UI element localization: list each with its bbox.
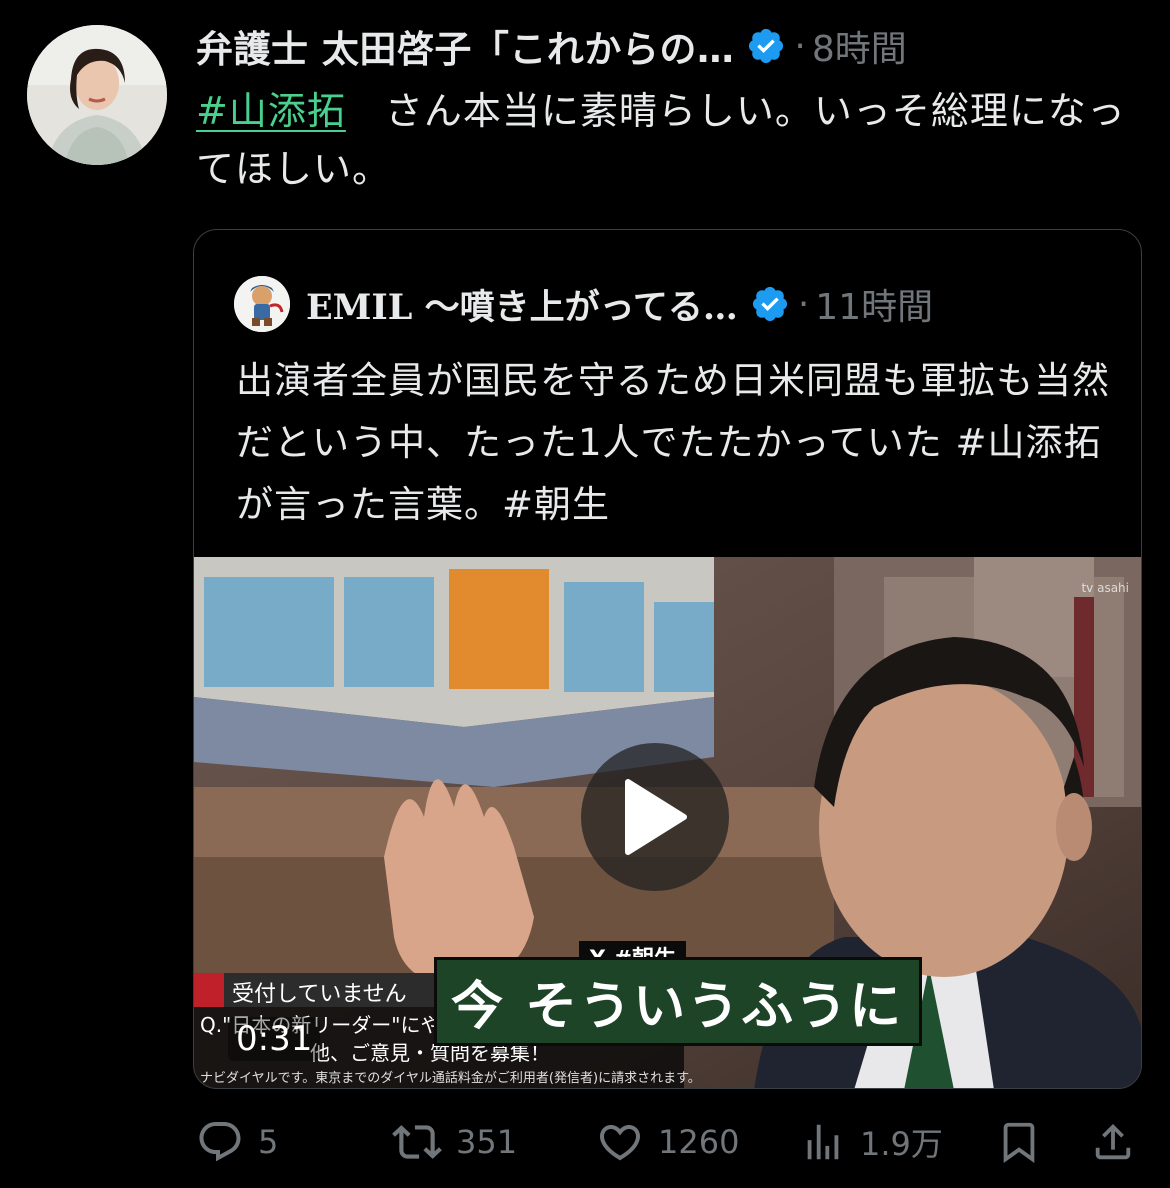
author-name[interactable]: 弁護士 太田啓子「これからの… [196, 19, 734, 73]
like-button[interactable]: 1260 [596, 1114, 739, 1170]
play-icon [625, 779, 687, 855]
quoted-post-card[interactable]: EMIL 〜噴き上がってる… · 11時間 出演者全員が国民を守るため日米同盟も… [193, 229, 1142, 1089]
action-bar: 5 351 1260 1.9万 [196, 1114, 1142, 1170]
views-button[interactable]: 1.9万 [800, 1114, 943, 1170]
retweet-icon [392, 1125, 442, 1159]
reply-button[interactable]: 5 [196, 1114, 278, 1170]
reply-icon [199, 1122, 241, 1162]
author-avatar-image [27, 25, 167, 165]
play-button[interactable] [581, 743, 729, 891]
post-timestamp[interactable]: 8時間 [812, 20, 907, 72]
video-player[interactable]: tv asahi 受付していません Q."日本の新リーダー"にやってほしい 他、… [194, 557, 1141, 1088]
bookmark-button[interactable] [996, 1114, 1042, 1170]
ticker-row: 受付していません [194, 973, 434, 1007]
retweet-count: 351 [456, 1123, 518, 1161]
quoted-post-header: EMIL 〜噴き上がってる… · 11時間 [234, 276, 933, 332]
analytics-icon [807, 1124, 839, 1160]
quoted-verified-badge-icon [750, 284, 790, 324]
like-count: 1260 [658, 1123, 740, 1161]
retweet-button[interactable]: 351 [392, 1114, 517, 1170]
video-caption: 今 そういうふうに [434, 957, 923, 1046]
quoted-meta-separator: · [797, 283, 810, 325]
meta-separator: · [794, 25, 806, 67]
reply-count: 5 [258, 1123, 279, 1161]
verified-badge-icon [746, 26, 786, 66]
video-duration: 0:31 [228, 1017, 321, 1061]
hashtag-link[interactable]: #山添拓 [196, 89, 346, 133]
ticker-label [194, 973, 224, 1007]
author-avatar[interactable] [27, 25, 167, 165]
ticker-line-1: 受付していません [232, 982, 407, 1007]
post-text: #山添拓 さん本当に素晴らしい。いっそ総理になってほしい。 [196, 82, 1146, 198]
bookmark-icon [1003, 1122, 1035, 1163]
quoted-post-timestamp[interactable]: 11時間 [815, 278, 933, 330]
channel-logo: tv asahi [1081, 581, 1129, 595]
quoted-author-name[interactable]: EMIL 〜噴き上がってる… [306, 279, 738, 330]
quoted-author-avatar [234, 276, 290, 332]
share-button[interactable] [1090, 1114, 1136, 1170]
post-header: 弁護士 太田啓子「これからの… · 8時間 [196, 18, 907, 74]
view-count: 1.9万 [860, 1125, 943, 1163]
share-icon [1095, 1123, 1131, 1160]
heart-icon [599, 1125, 641, 1161]
quoted-post-text: 出演者全員が国民を守るため日米同盟も軍拡も当然だという中、たった1人でたたかって… [236, 359, 1110, 526]
ticker-line-4: ナビダイヤルです。東京までのダイヤル通話料金がご利用者(発信者)に請求されます。 [200, 1071, 701, 1086]
